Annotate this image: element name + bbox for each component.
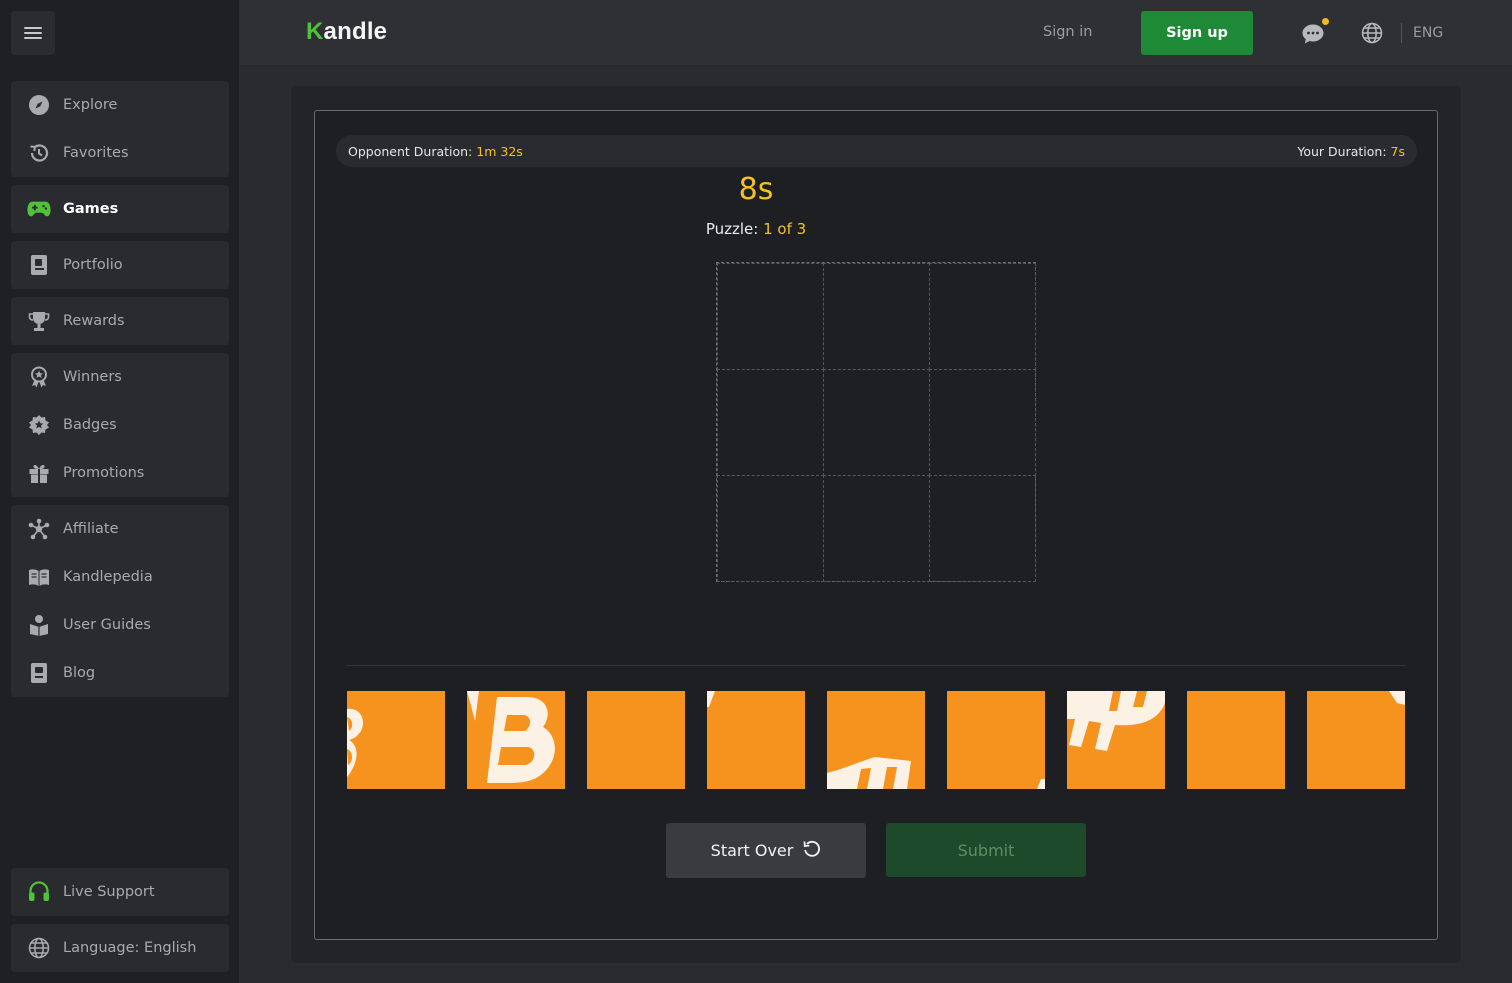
tray-divider — [346, 665, 1406, 666]
sidebar-item-explore[interactable]: Explore — [11, 81, 229, 129]
drop-slot[interactable] — [822, 474, 930, 582]
nav-group-language: Language: English — [11, 924, 229, 972]
book-icon — [27, 565, 51, 589]
sidebar-item-winners[interactable]: Winners — [11, 353, 229, 401]
notification-dot — [1322, 18, 1329, 25]
language-label: Language: English — [63, 940, 197, 956]
opponent-duration-value: 1m 32s — [476, 144, 523, 159]
puzzle-tile[interactable] — [1067, 691, 1165, 789]
puzzle-progress-value: 1 of 3 — [763, 220, 807, 238]
globe-icon — [27, 936, 51, 960]
nav-group-community: Winners Badges Promotions — [11, 353, 229, 497]
portfolio-icon — [27, 253, 51, 277]
sidebar-item-label: Favorites — [63, 145, 129, 161]
medal-icon — [27, 365, 51, 389]
sidebar-item-label: User Guides — [63, 617, 151, 633]
gift-icon — [27, 461, 51, 485]
puzzle-tile[interactable] — [1307, 691, 1405, 789]
sidebar-item-label: Winners — [63, 369, 122, 385]
hamburger-icon — [24, 27, 42, 39]
nav-group-support: Live Support — [11, 868, 229, 916]
drop-slot[interactable] — [822, 262, 930, 370]
puzzle-tile[interactable] — [347, 691, 445, 789]
kandle-logo[interactable]: Kandle — [306, 18, 387, 46]
sidebar-item-kandlepedia[interactable]: Kandlepedia — [11, 553, 229, 601]
sidebar-item-label: Explore — [63, 97, 118, 113]
sign-up-button[interactable]: Sign up — [1141, 11, 1253, 55]
sidebar-item-favorites[interactable]: Favorites — [11, 129, 229, 177]
nav-group-main: Explore Favorites — [11, 81, 229, 177]
globe-icon[interactable] — [1361, 22, 1383, 44]
chat-icon[interactable] — [1301, 22, 1325, 46]
headset-icon — [27, 880, 51, 904]
network-icon — [27, 517, 51, 541]
puzzle-progress: Puzzle: 1 of 3 — [705, 220, 807, 238]
start-over-button[interactable]: Start Over — [666, 823, 866, 878]
nav-group-resources: Affiliate Kandlepedia User Guides Blog — [11, 505, 229, 697]
sidebar-item-label: Kandlepedia — [63, 569, 153, 585]
puzzle-tile[interactable] — [827, 691, 925, 789]
compass-icon — [27, 93, 51, 117]
language-selector[interactable]: Language: English — [11, 924, 229, 972]
sidebar-item-badges[interactable]: Badges — [11, 401, 229, 449]
puzzle-tile[interactable] — [1187, 691, 1285, 789]
live-support-label: Live Support — [63, 884, 155, 900]
sidebar-item-label: Badges — [63, 417, 117, 433]
top-header: Kandle Sign in Sign up ENG — [240, 0, 1512, 66]
divider — [1401, 23, 1402, 43]
nav-group-portfolio: Portfolio — [11, 241, 229, 289]
history-icon — [27, 141, 51, 165]
drop-slot[interactable] — [928, 368, 1036, 476]
puzzle-tile[interactable] — [467, 691, 565, 789]
sidebar-item-label: Rewards — [63, 313, 125, 329]
puzzle-tile[interactable] — [587, 691, 685, 789]
drop-slot[interactable] — [716, 368, 824, 476]
restart-icon — [803, 840, 821, 862]
menu-toggle-button[interactable] — [11, 11, 55, 55]
sidebar-item-portfolio[interactable]: Portfolio — [11, 241, 229, 289]
sidebar-item-promotions[interactable]: Promotions — [11, 449, 229, 497]
drop-slot[interactable] — [822, 368, 930, 476]
puzzle-tile[interactable] — [707, 691, 805, 789]
sidebar: Explore Favorites Games Portfolio Reward… — [0, 0, 240, 983]
sidebar-item-label: Affiliate — [63, 521, 119, 537]
your-duration-value: 7s — [1390, 144, 1405, 159]
submit-button[interactable]: Submit — [886, 823, 1086, 877]
blog-icon — [27, 661, 51, 685]
nav-group-rewards: Rewards — [11, 297, 229, 345]
puzzle-grid — [716, 262, 1036, 582]
live-support-button[interactable]: Live Support — [11, 868, 229, 916]
duration-bar: Opponent Duration: 1m 32s Your Duration:… — [336, 135, 1417, 167]
trophy-icon — [27, 309, 51, 333]
puzzle-tile-tray — [347, 691, 1407, 789]
sidebar-item-user-guides[interactable]: User Guides — [11, 601, 229, 649]
sign-in-link[interactable]: Sign in — [1043, 24, 1092, 40]
sidebar-item-rewards[interactable]: Rewards — [11, 297, 229, 345]
your-duration: Your Duration: 7s — [1297, 144, 1405, 159]
language-code[interactable]: ENG — [1413, 25, 1443, 41]
drop-slot[interactable] — [928, 474, 1036, 582]
drop-slot[interactable] — [716, 262, 824, 370]
puzzle-tile[interactable] — [947, 691, 1045, 789]
badge-icon — [27, 413, 51, 437]
sidebar-item-label: Portfolio — [63, 257, 123, 273]
drop-slot[interactable] — [716, 474, 824, 582]
sidebar-item-label: Blog — [63, 665, 96, 681]
countdown-timer: 8s — [738, 172, 774, 207]
drop-slot[interactable] — [928, 262, 1036, 370]
sidebar-item-blog[interactable]: Blog — [11, 649, 229, 697]
sidebar-item-affiliate[interactable]: Affiliate — [11, 505, 229, 553]
guide-icon — [27, 613, 51, 637]
sidebar-item-label: Promotions — [63, 465, 145, 481]
opponent-duration: Opponent Duration: 1m 32s — [348, 144, 523, 159]
